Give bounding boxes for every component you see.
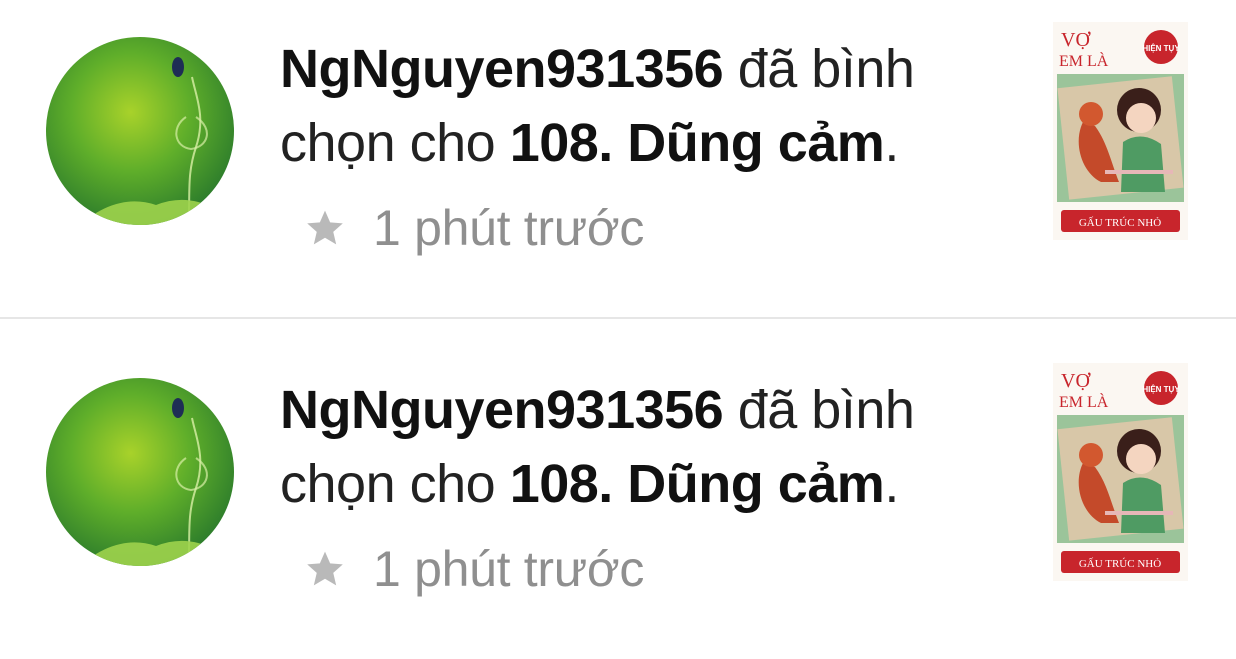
end-punctuation: .: [884, 113, 899, 173]
avatar[interactable]: [46, 37, 234, 225]
cover-title-top: VỢ: [1061, 370, 1091, 392]
timestamp: 1 phút trước: [373, 541, 645, 597]
book-cover-image: VỢ EM LÀ HIỆN TỤY GẤU TRÚC NHỎ: [1053, 363, 1188, 581]
cover-title-bottom: GẤU TRÚC NHỎ: [1079, 557, 1161, 570]
book-cover-image: VỢ EM LÀ HIỆN TỤY GẤU TRÚC NHỎ: [1053, 22, 1188, 240]
notification-item[interactable]: NgNguyen931356 đã bình chọn cho 108. Dũn…: [0, 341, 1236, 659]
notification-message: NgNguyen931356 đã bình chọn cho 108. Dũn…: [280, 373, 1020, 521]
avatar-image: [46, 37, 234, 225]
timestamp: 1 phút trước: [373, 200, 645, 256]
notification-feed: NgNguyen931356 đã bình chọn cho 108. Dũn…: [0, 0, 1236, 659]
notification-meta: 1 phút trước: [303, 196, 644, 260]
avatar-image: [46, 378, 234, 566]
cover-title-bottom: GẤU TRÚC NHỎ: [1079, 216, 1161, 229]
notification-meta: 1 phút trước: [303, 537, 644, 601]
cover-badge: HIỆN TỤY: [1142, 44, 1180, 53]
chapter-link[interactable]: 108. Dũng cảm: [510, 454, 885, 514]
username-link[interactable]: NgNguyen931356: [280, 380, 724, 440]
notification-message: NgNguyen931356 đã bình chọn cho 108. Dũn…: [280, 32, 1020, 180]
notification-item[interactable]: NgNguyen931356 đã bình chọn cho 108. Dũn…: [0, 0, 1236, 319]
star-icon: [307, 210, 343, 245]
chapter-link[interactable]: 108. Dũng cảm: [510, 113, 885, 173]
cover-title-top: VỢ: [1061, 29, 1091, 51]
book-cover-thumbnail[interactable]: VỢ EM LÀ HIỆN TỤY GẤU TRÚC NHỎ: [1053, 363, 1188, 581]
end-punctuation: .: [884, 454, 899, 514]
cover-badge: HIỆN TỤY: [1142, 385, 1180, 394]
star-icon: [307, 551, 343, 586]
book-cover-thumbnail[interactable]: VỢ EM LÀ HIỆN TỤY GẤU TRÚC NHỎ: [1053, 22, 1188, 240]
avatar[interactable]: [46, 378, 234, 566]
cover-title-mid: EM LÀ: [1059, 51, 1109, 70]
divider: [0, 317, 1236, 319]
username-link[interactable]: NgNguyen931356: [280, 39, 724, 99]
cover-title-mid: EM LÀ: [1059, 392, 1109, 411]
